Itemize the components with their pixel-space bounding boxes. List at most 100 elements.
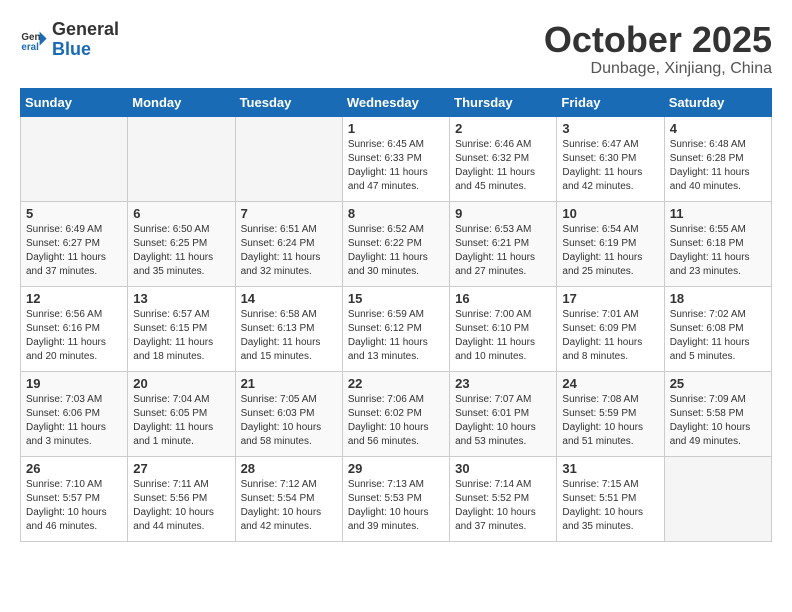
day-info: Sunrise: 7:06 AMSunset: 6:02 PMDaylight:… <box>348 393 444 449</box>
day-number: 10 <box>562 206 658 221</box>
day-number: 27 <box>133 461 229 476</box>
day-number: 19 <box>26 376 122 391</box>
calendar-cell: 16 Sunrise: 7:00 AMSunset: 6:10 PMDaylig… <box>450 286 557 371</box>
day-number: 23 <box>455 376 551 391</box>
day-info: Sunrise: 6:59 AMSunset: 6:12 PMDaylight:… <box>348 308 444 364</box>
day-number: 16 <box>455 291 551 306</box>
day-number: 20 <box>133 376 229 391</box>
calendar-cell: 3 Sunrise: 6:47 AMSunset: 6:30 PMDayligh… <box>557 116 664 201</box>
calendar-cell: 6 Sunrise: 6:50 AMSunset: 6:25 PMDayligh… <box>128 201 235 286</box>
day-header-thursday: Thursday <box>450 88 557 116</box>
day-number: 11 <box>670 206 766 221</box>
day-number: 13 <box>133 291 229 306</box>
day-number: 30 <box>455 461 551 476</box>
calendar-cell: 23 Sunrise: 7:07 AMSunset: 6:01 PMDaylig… <box>450 371 557 456</box>
day-info: Sunrise: 6:46 AMSunset: 6:32 PMDaylight:… <box>455 138 551 194</box>
calendar-cell: 4 Sunrise: 6:48 AMSunset: 6:28 PMDayligh… <box>664 116 771 201</box>
svg-text:eral: eral <box>21 42 39 53</box>
day-number: 28 <box>241 461 337 476</box>
calendar-cell: 18 Sunrise: 7:02 AMSunset: 6:08 PMDaylig… <box>664 286 771 371</box>
day-info: Sunrise: 7:10 AMSunset: 5:57 PMDaylight:… <box>26 478 122 534</box>
day-info: Sunrise: 6:50 AMSunset: 6:25 PMDaylight:… <box>133 223 229 279</box>
day-info: Sunrise: 7:07 AMSunset: 6:01 PMDaylight:… <box>455 393 551 449</box>
calendar-subtitle: Dunbage, Xinjiang, China <box>544 60 772 78</box>
calendar-cell: 21 Sunrise: 7:05 AMSunset: 6:03 PMDaylig… <box>235 371 342 456</box>
day-header-monday: Monday <box>128 88 235 116</box>
day-number: 18 <box>670 291 766 306</box>
day-number: 15 <box>348 291 444 306</box>
day-info: Sunrise: 6:45 AMSunset: 6:33 PMDaylight:… <box>348 138 444 194</box>
calendar-cell: 25 Sunrise: 7:09 AMSunset: 5:58 PMDaylig… <box>664 371 771 456</box>
day-number: 29 <box>348 461 444 476</box>
calendar-cell: 15 Sunrise: 6:59 AMSunset: 6:12 PMDaylig… <box>342 286 449 371</box>
week-row-3: 12 Sunrise: 6:56 AMSunset: 6:16 PMDaylig… <box>21 286 772 371</box>
day-info: Sunrise: 6:53 AMSunset: 6:21 PMDaylight:… <box>455 223 551 279</box>
calendar-cell: 27 Sunrise: 7:11 AMSunset: 5:56 PMDaylig… <box>128 456 235 541</box>
logo: Gen eral General Blue <box>20 20 119 60</box>
day-number: 21 <box>241 376 337 391</box>
day-number: 31 <box>562 461 658 476</box>
day-number: 8 <box>348 206 444 221</box>
day-number: 7 <box>241 206 337 221</box>
calendar-cell: 24 Sunrise: 7:08 AMSunset: 5:59 PMDaylig… <box>557 371 664 456</box>
day-header-sunday: Sunday <box>21 88 128 116</box>
day-number: 1 <box>348 121 444 136</box>
day-header-friday: Friday <box>557 88 664 116</box>
day-info: Sunrise: 6:48 AMSunset: 6:28 PMDaylight:… <box>670 138 766 194</box>
calendar-cell: 5 Sunrise: 6:49 AMSunset: 6:27 PMDayligh… <box>21 201 128 286</box>
day-number: 17 <box>562 291 658 306</box>
calendar-cell: 2 Sunrise: 6:46 AMSunset: 6:32 PMDayligh… <box>450 116 557 201</box>
day-info: Sunrise: 7:08 AMSunset: 5:59 PMDaylight:… <box>562 393 658 449</box>
day-info: Sunrise: 7:00 AMSunset: 6:10 PMDaylight:… <box>455 308 551 364</box>
day-number: 2 <box>455 121 551 136</box>
day-info: Sunrise: 6:57 AMSunset: 6:15 PMDaylight:… <box>133 308 229 364</box>
calendar-cell: 9 Sunrise: 6:53 AMSunset: 6:21 PMDayligh… <box>450 201 557 286</box>
day-info: Sunrise: 7:09 AMSunset: 5:58 PMDaylight:… <box>670 393 766 449</box>
calendar-table: SundayMondayTuesdayWednesdayThursdayFrid… <box>20 88 772 542</box>
day-info: Sunrise: 7:11 AMSunset: 5:56 PMDaylight:… <box>133 478 229 534</box>
day-info: Sunrise: 7:13 AMSunset: 5:53 PMDaylight:… <box>348 478 444 534</box>
day-info: Sunrise: 6:54 AMSunset: 6:19 PMDaylight:… <box>562 223 658 279</box>
day-info: Sunrise: 7:15 AMSunset: 5:51 PMDaylight:… <box>562 478 658 534</box>
day-info: Sunrise: 7:01 AMSunset: 6:09 PMDaylight:… <box>562 308 658 364</box>
calendar-cell <box>128 116 235 201</box>
calendar-cell: 11 Sunrise: 6:55 AMSunset: 6:18 PMDaylig… <box>664 201 771 286</box>
calendar-cell <box>235 116 342 201</box>
day-info: Sunrise: 7:12 AMSunset: 5:54 PMDaylight:… <box>241 478 337 534</box>
title-block: October 2025 Dunbage, Xinjiang, China <box>544 20 772 78</box>
day-header-tuesday: Tuesday <box>235 88 342 116</box>
week-row-5: 26 Sunrise: 7:10 AMSunset: 5:57 PMDaylig… <box>21 456 772 541</box>
calendar-cell: 29 Sunrise: 7:13 AMSunset: 5:53 PMDaylig… <box>342 456 449 541</box>
calendar-cell: 30 Sunrise: 7:14 AMSunset: 5:52 PMDaylig… <box>450 456 557 541</box>
calendar-cell: 1 Sunrise: 6:45 AMSunset: 6:33 PMDayligh… <box>342 116 449 201</box>
day-info: Sunrise: 7:02 AMSunset: 6:08 PMDaylight:… <box>670 308 766 364</box>
logo-text: General Blue <box>52 20 119 60</box>
day-number: 22 <box>348 376 444 391</box>
calendar-cell: 12 Sunrise: 6:56 AMSunset: 6:16 PMDaylig… <box>21 286 128 371</box>
day-number: 12 <box>26 291 122 306</box>
day-info: Sunrise: 6:55 AMSunset: 6:18 PMDaylight:… <box>670 223 766 279</box>
day-number: 6 <box>133 206 229 221</box>
calendar-cell: 26 Sunrise: 7:10 AMSunset: 5:57 PMDaylig… <box>21 456 128 541</box>
day-info: Sunrise: 7:03 AMSunset: 6:06 PMDaylight:… <box>26 393 122 449</box>
day-info: Sunrise: 6:49 AMSunset: 6:27 PMDaylight:… <box>26 223 122 279</box>
day-info: Sunrise: 6:52 AMSunset: 6:22 PMDaylight:… <box>348 223 444 279</box>
calendar-cell <box>21 116 128 201</box>
day-number: 14 <box>241 291 337 306</box>
day-info: Sunrise: 6:51 AMSunset: 6:24 PMDaylight:… <box>241 223 337 279</box>
day-info: Sunrise: 7:14 AMSunset: 5:52 PMDaylight:… <box>455 478 551 534</box>
day-number: 26 <box>26 461 122 476</box>
day-header-wednesday: Wednesday <box>342 88 449 116</box>
calendar-cell: 19 Sunrise: 7:03 AMSunset: 6:06 PMDaylig… <box>21 371 128 456</box>
calendar-cell: 20 Sunrise: 7:04 AMSunset: 6:05 PMDaylig… <box>128 371 235 456</box>
calendar-title: October 2025 <box>544 20 772 60</box>
calendar-cell <box>664 456 771 541</box>
calendar-cell: 17 Sunrise: 7:01 AMSunset: 6:09 PMDaylig… <box>557 286 664 371</box>
day-number: 4 <box>670 121 766 136</box>
day-info: Sunrise: 6:56 AMSunset: 6:16 PMDaylight:… <box>26 308 122 364</box>
day-info: Sunrise: 7:04 AMSunset: 6:05 PMDaylight:… <box>133 393 229 449</box>
calendar-cell: 7 Sunrise: 6:51 AMSunset: 6:24 PMDayligh… <box>235 201 342 286</box>
calendar-cell: 28 Sunrise: 7:12 AMSunset: 5:54 PMDaylig… <box>235 456 342 541</box>
day-info: Sunrise: 6:58 AMSunset: 6:13 PMDaylight:… <box>241 308 337 364</box>
day-number: 3 <box>562 121 658 136</box>
